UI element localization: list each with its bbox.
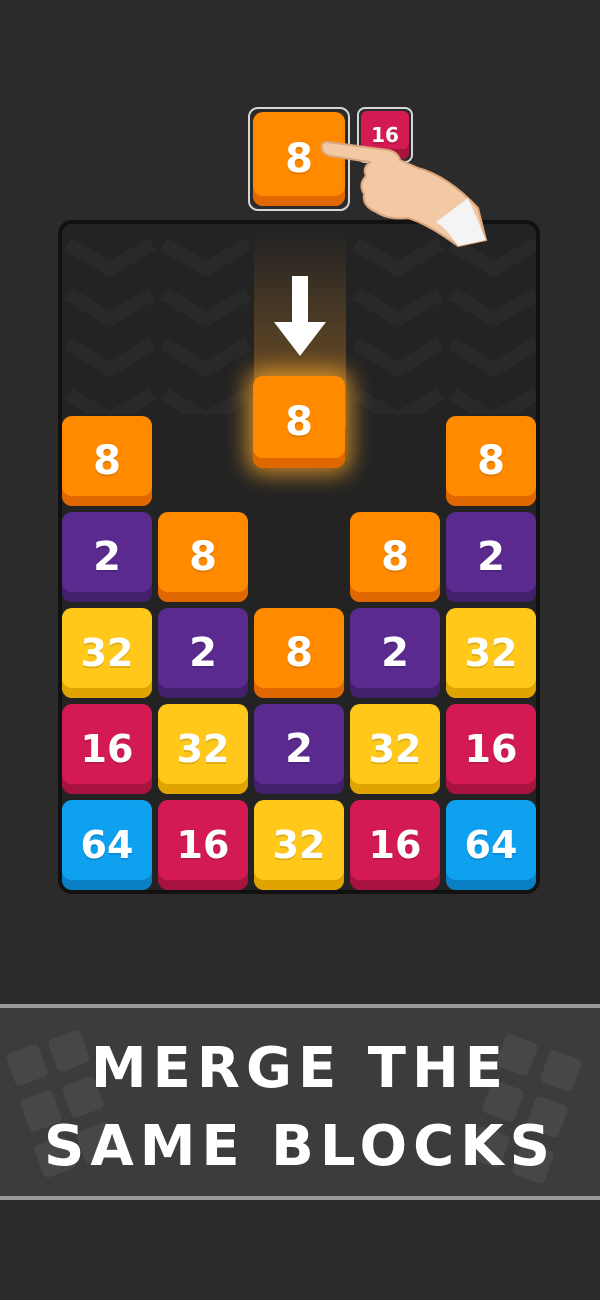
board-tile: 32	[254, 800, 344, 890]
falling-block[interactable]: 8	[253, 376, 345, 468]
board-tile: 2	[446, 512, 536, 602]
board-tile-value: 8	[381, 534, 409, 580]
board-tile: 16	[446, 704, 536, 794]
hand-pointer-icon	[320, 140, 488, 248]
falling-block-value: 8	[285, 399, 313, 445]
board-tile: 16	[350, 800, 440, 890]
game-screen: { "preview": { "current": { "value": "8"…	[0, 0, 600, 1300]
board-tile-value: 32	[272, 823, 326, 867]
board-tile-value: 8	[285, 630, 313, 676]
board-tile-value: 32	[464, 631, 518, 675]
board-tile-value: 2	[93, 534, 121, 580]
board-tile: 64	[446, 800, 536, 890]
board-tile: 8	[254, 608, 344, 698]
board-tile-value: 2	[381, 630, 409, 676]
chevron-pattern-icon	[352, 237, 444, 414]
board-tile-value: 2	[189, 630, 217, 676]
board-tile: 32	[62, 608, 152, 698]
promo-banner: MERGE THE SAME BLOCKS	[0, 1004, 600, 1200]
board-tile-value: 16	[368, 823, 422, 867]
banner-title-line-1: MERGE THE	[90, 1036, 510, 1101]
board-tile: 8	[350, 512, 440, 602]
board-tile: 2	[350, 608, 440, 698]
board-tile-value: 32	[80, 631, 134, 675]
board-tile: 2	[158, 608, 248, 698]
current-block-value: 8	[285, 136, 313, 182]
board-tile-value: 16	[176, 823, 230, 867]
down-arrow-icon	[274, 276, 326, 356]
board-tile: 32	[446, 608, 536, 698]
board-tile: 32	[350, 704, 440, 794]
board-tile: 64	[62, 800, 152, 890]
chevron-pattern-icon	[448, 237, 536, 414]
board-tile-value: 2	[285, 726, 313, 772]
board-tile: 8	[446, 416, 536, 506]
chevron-pattern-icon	[64, 237, 156, 414]
board-tile-value: 8	[189, 534, 217, 580]
board-tile: 8	[62, 416, 152, 506]
chevron-pattern-icon	[160, 237, 252, 414]
board-tile-value: 64	[464, 823, 518, 867]
board-tile-value: 8	[93, 438, 121, 484]
board-tile: 16	[158, 800, 248, 890]
board-tile-value: 2	[477, 534, 505, 580]
banner-title-line-2: SAME BLOCKS	[44, 1114, 556, 1179]
board-tile: 2	[254, 704, 344, 794]
board-tile: 2	[62, 512, 152, 602]
board-tile-value: 32	[176, 727, 230, 771]
board-tile-value: 64	[80, 823, 134, 867]
board-tile-value: 32	[368, 727, 422, 771]
board-tile-value: 16	[80, 727, 134, 771]
board-tile: 32	[158, 704, 248, 794]
board-tile: 8	[158, 512, 248, 602]
board-tile: 16	[62, 704, 152, 794]
board-tile-value: 16	[464, 727, 518, 771]
board-tile-value: 8	[477, 438, 505, 484]
